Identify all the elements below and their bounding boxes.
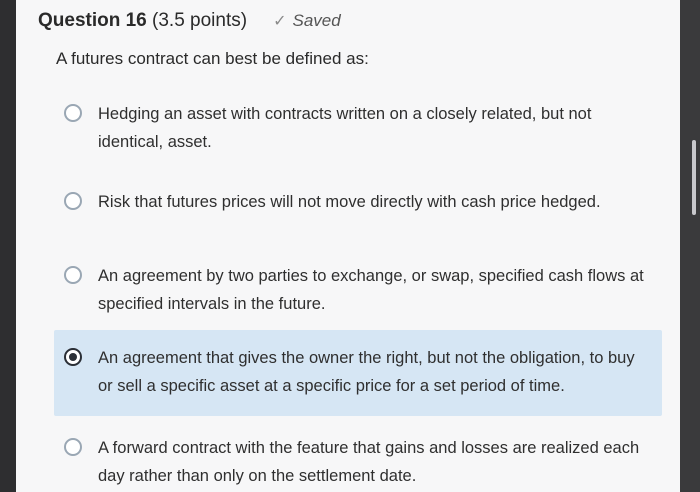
check-icon: ✓ (273, 13, 287, 30)
question-number: Question 16 (38, 10, 147, 31)
answer-text: Hedging an asset with contracts written … (98, 105, 592, 151)
answer-text: An agreement that gives the owner the ri… (98, 349, 635, 395)
answer-options: Hedging an asset with contracts written … (54, 92, 662, 492)
question-title: Question 16 (3.5 points) (38, 10, 247, 32)
answer-text: A forward contract with the feature that… (98, 439, 640, 485)
saved-status: ✓ Saved (273, 11, 341, 31)
radio-button[interactable] (64, 438, 82, 456)
question-points: (3.5 points) (152, 10, 248, 31)
radio-button[interactable] (64, 266, 82, 284)
answer-option-5[interactable]: A forward contract with the feature that… (54, 426, 662, 492)
answer-text: An agreement by two parties to exchange,… (98, 267, 644, 313)
answer-option-3[interactable]: An agreement by two parties to exchange,… (54, 254, 662, 318)
saved-label: Saved (292, 11, 341, 30)
question-prompt: A futures contract can best be defined a… (56, 49, 369, 68)
radio-button[interactable] (64, 104, 82, 122)
question-header: Question 16 (3.5 points) ✓ Saved (38, 10, 341, 32)
screen-edge (680, 0, 700, 492)
radio-button[interactable] (64, 192, 82, 210)
answer-option-2[interactable]: Risk that futures prices will not move d… (54, 180, 662, 240)
scroll-indicator[interactable] (692, 140, 696, 215)
answer-option-4[interactable]: An agreement that gives the owner the ri… (54, 330, 662, 416)
answer-text: Risk that futures prices will not move d… (98, 193, 601, 211)
quiz-screen: Question 16 (3.5 points) ✓ Saved A futur… (16, 0, 680, 492)
radio-button-selected[interactable] (64, 348, 82, 366)
answer-option-1[interactable]: Hedging an asset with contracts written … (54, 92, 662, 170)
